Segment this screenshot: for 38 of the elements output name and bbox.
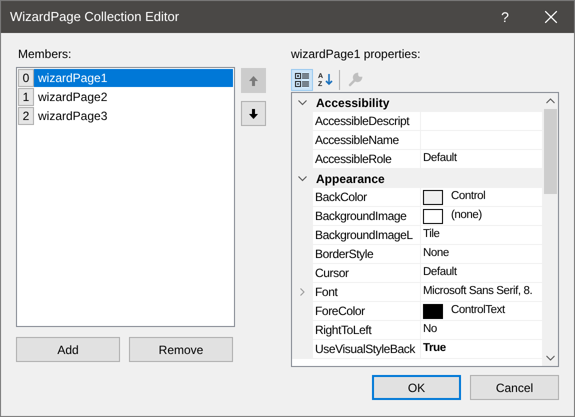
property-name[interactable]: BackgroundImage: [313, 207, 421, 225]
property-value[interactable]: Microsoft Sans Serif, 8.: [423, 283, 532, 301]
member-item[interactable]: wizardPage1: [34, 69, 233, 87]
category-header: Accessibility: [315, 94, 390, 112]
properties-label: wizardPage1 properties:: [291, 46, 422, 63]
ok-button[interactable]: OK: [372, 375, 461, 400]
member-item[interactable]: wizardPage3: [34, 107, 233, 125]
property-name[interactable]: AccessibleDescript: [313, 112, 421, 130]
property-name[interactable]: AccessibleRole: [313, 150, 421, 168]
remove-button[interactable]: Remove: [129, 337, 233, 362]
property-value[interactable]: True: [423, 340, 446, 358]
cancel-button[interactable]: Cancel: [470, 375, 559, 400]
index-label: 1: [18, 88, 34, 106]
property-value[interactable]: (none): [451, 207, 482, 225]
property-name[interactable]: BorderStyle: [313, 245, 421, 263]
property-name[interactable]: Font: [313, 283, 421, 301]
property-value[interactable]: ControlText: [451, 302, 505, 320]
add-button[interactable]: Add: [16, 337, 120, 362]
member-item[interactable]: wizardPage2: [34, 88, 233, 106]
property-value[interactable]: No: [423, 321, 437, 339]
property-name[interactable]: BackColor: [313, 188, 421, 206]
property-name[interactable]: AccessibleName: [313, 131, 421, 149]
help-button[interactable]: ?: [482, 1, 528, 33]
property-name[interactable]: UseVisualStyleBack: [313, 340, 421, 358]
property-value[interactable]: Tile: [423, 226, 440, 244]
property-name[interactable]: ForeColor: [313, 302, 421, 320]
property-name[interactable]: RightToLeft: [313, 321, 421, 339]
property-value[interactable]: Default: [423, 264, 457, 282]
index-label: 0: [18, 69, 34, 87]
property-value[interactable]: None: [423, 245, 449, 263]
property-name[interactable]: Cursor: [313, 264, 421, 282]
window-title: WizardPage Collection Editor: [10, 8, 180, 26]
index-label: 2: [18, 107, 34, 125]
property-value[interactable]: Control: [451, 188, 486, 206]
category-header: Appearance: [315, 170, 385, 188]
property-value[interactable]: Default: [423, 150, 457, 168]
property-name[interactable]: BackgroundImageL: [313, 226, 421, 244]
members-label: Members:: [17, 46, 72, 63]
